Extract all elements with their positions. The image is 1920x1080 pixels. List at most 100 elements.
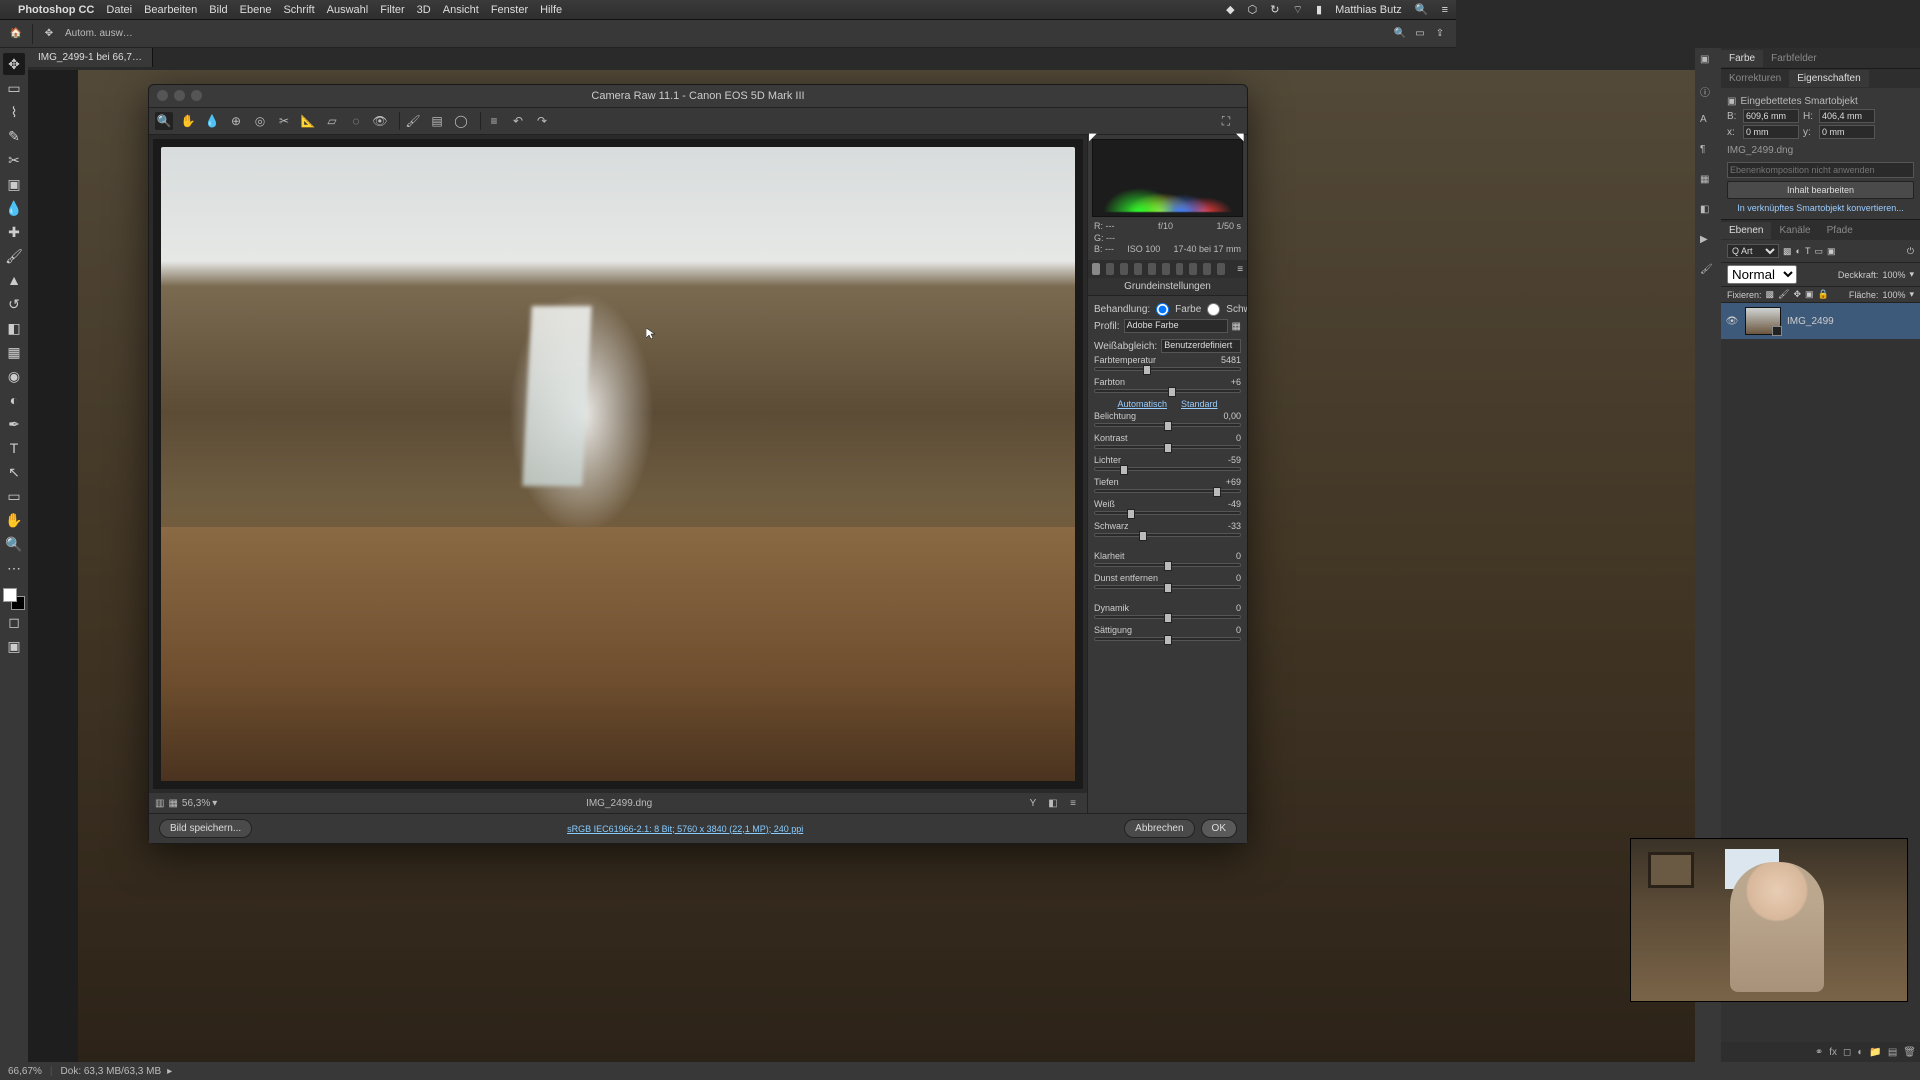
lock-pos-icon[interactable]: ✥ [1793,289,1801,300]
cc-status-icon[interactable]: ◆ [1226,4,1234,16]
group-icon[interactable]: 📁 [1869,1047,1881,1058]
slider-klarheit[interactable]: Klarheit0 [1094,551,1241,567]
blur-tool-icon[interactable]: ◉ [3,365,25,387]
tab-pfade[interactable]: Pfade [1819,222,1861,239]
cr-panel-menu-icon[interactable]: ≡ [1237,264,1243,275]
auto-link[interactable]: Automatisch [1117,399,1167,409]
tab-ebenen[interactable]: Ebenen [1721,222,1771,239]
slider-farbtemperatur[interactable]: Farbtemperatur5481 [1094,355,1241,371]
status-docsize[interactable]: Dok: 63,3 MB/63,3 MB [61,1066,162,1077]
filter-shape-icon[interactable]: ▭ [1814,246,1823,257]
panel-icon-char[interactable]: A [1700,114,1716,130]
user-name[interactable]: Matthias Butz [1335,4,1402,16]
wifi-icon[interactable]: ⌔ [1293,4,1303,16]
dropbox-icon[interactable]: ⬡ [1248,4,1258,16]
home-icon[interactable]: 🏠 [6,24,26,44]
lock-artb-icon[interactable]: ▣ [1805,289,1814,300]
cr-rotate-cw-icon[interactable]: ↷ [533,112,551,130]
new-layer-icon[interactable]: ▤ [1888,1047,1897,1058]
standard-link[interactable]: Standard [1181,399,1218,409]
slider-kontrast[interactable]: Kontrast0 [1094,433,1241,449]
cr-histogram[interactable]: ◤ ◥ [1092,139,1243,217]
sync-icon[interactable]: ↻ [1270,4,1279,16]
mask-icon[interactable]: ◻ [1843,1047,1851,1058]
cr-tab-split-icon[interactable] [1148,263,1156,275]
cr-y-toggle-icon[interactable]: Y [1025,796,1041,810]
cr-zoom-level[interactable]: 56,3% [182,798,210,809]
stamp-tool-icon[interactable]: ▲ [3,269,25,291]
color-swatches[interactable] [3,588,25,610]
opacity-dropdown-icon[interactable]: ▾ [1909,269,1914,280]
menu-ebene[interactable]: Ebene [240,4,272,16]
height-input[interactable] [1819,109,1875,123]
healing-tool-icon[interactable]: ✚ [3,221,25,243]
filter-pixel-icon[interactable]: ▩ [1783,246,1792,257]
y-input[interactable] [1819,125,1875,139]
lock-pixel-icon[interactable]: 🖌 [1778,289,1789,300]
slider-saettigung[interactable]: Sättigung0 [1094,625,1241,641]
tab-farbe[interactable]: Farbe [1721,50,1763,67]
move-tool-icon[interactable]: ✥ [3,53,25,75]
cr-adjust-brush-icon[interactable]: 🖌 [404,112,422,130]
highlight-clip-icon[interactable]: ◥ [1236,132,1246,142]
cr-wb-tool-icon[interactable]: 💧 [203,112,221,130]
slider-dynamik[interactable]: Dynamik0 [1094,603,1241,619]
cr-tab-basic-icon[interactable] [1092,263,1100,275]
panel-icon-history[interactable]: ▣ [1700,54,1716,70]
cr-rotate-ccw-icon[interactable]: ↶ [509,112,527,130]
document-tab[interactable]: IMG_2499-1 bei 66,7… [28,48,153,67]
status-zoom[interactable]: 66,67% [8,1066,42,1077]
path-select-tool-icon[interactable]: ↖ [3,461,25,483]
menu-bild[interactable]: Bild [209,4,227,16]
tab-farbfelder[interactable]: Farbfelder [1763,50,1825,67]
profile-select[interactable]: Adobe Farbe [1124,319,1228,333]
cr-hand-tool-icon[interactable]: ✋ [179,112,197,130]
bw-radio[interactable] [1207,303,1220,316]
share-icon[interactable]: ⇪ [1430,24,1450,44]
type-tool-icon[interactable]: T [3,437,25,459]
slider-schwarz[interactable]: Schwarz-33 [1094,521,1241,537]
cr-fullscreen-icon[interactable]: ⛶ [1217,112,1235,130]
cr-target-adjust-icon[interactable]: ◎ [251,112,269,130]
menu-schrift[interactable]: Schrift [283,4,314,16]
status-caret-icon[interactable]: ▸ [167,1066,172,1077]
quickmask-icon[interactable]: ◻ [3,611,25,633]
tab-eigenschaften[interactable]: Eigenschaften [1789,70,1868,87]
fill-value[interactable]: 100% [1882,290,1905,300]
visibility-icon[interactable]: 👁 [1725,316,1739,327]
wb-select[interactable]: Benutzerdefiniert [1161,339,1241,353]
cr-compare-icon[interactable]: ◧ [1045,796,1061,810]
more-tools-icon[interactable]: ⋯ [3,557,25,579]
dodge-tool-icon[interactable]: ◐ [3,389,25,411]
workflow-link[interactable]: sRGB IEC61966-2.1: 8 Bit; 5760 x 3840 (2… [252,824,1118,834]
crop-tool-icon[interactable]: ✂ [3,149,25,171]
x-input[interactable] [1743,125,1799,139]
filter-smart-icon[interactable]: ▣ [1827,246,1836,257]
app-name[interactable]: Photoshop CC [18,4,94,16]
panel-icon-swatch[interactable]: ▦ [1700,174,1716,190]
filter-type-icon[interactable]: T [1805,246,1811,256]
slider-farbton[interactable]: Farbton+6 [1094,377,1241,393]
marquee-tool-icon[interactable]: ▭ [3,77,25,99]
fx-icon[interactable]: fx [1829,1047,1837,1058]
slider-lichter[interactable]: Lichter-59 [1094,455,1241,471]
menu-fenster[interactable]: Fenster [491,4,528,16]
opacity-value[interactable]: 100% [1882,270,1905,280]
cr-transform-tool-icon[interactable]: ▱ [323,112,341,130]
cr-tab-fx-icon[interactable] [1176,263,1184,275]
cr-menu-icon[interactable]: ≡ [1065,796,1081,810]
width-input[interactable] [1743,109,1799,123]
eraser-tool-icon[interactable]: ◧ [3,317,25,339]
spotlight-icon[interactable]: 🔍 [1415,4,1429,16]
menu-auswahl[interactable]: Auswahl [327,4,369,16]
menu-datei[interactable]: Datei [106,4,132,16]
convert-link[interactable]: In verknüpftes Smartobjekt konvertieren.… [1727,203,1914,213]
panel-icon-styles[interactable]: ◧ [1700,204,1716,220]
tab-korrekturen[interactable]: Korrekturen [1721,70,1789,87]
lock-trans-icon[interactable]: ▩ [1766,289,1775,300]
cr-tab-snapshots-icon[interactable] [1217,263,1225,275]
adjustment-icon[interactable]: ◐ [1857,1047,1863,1058]
panel-icon-actions[interactable]: ▶ [1700,234,1716,250]
panel-icon-info[interactable]: ⓘ [1700,84,1716,100]
workspace-icon[interactable]: ▭ [1410,24,1430,44]
